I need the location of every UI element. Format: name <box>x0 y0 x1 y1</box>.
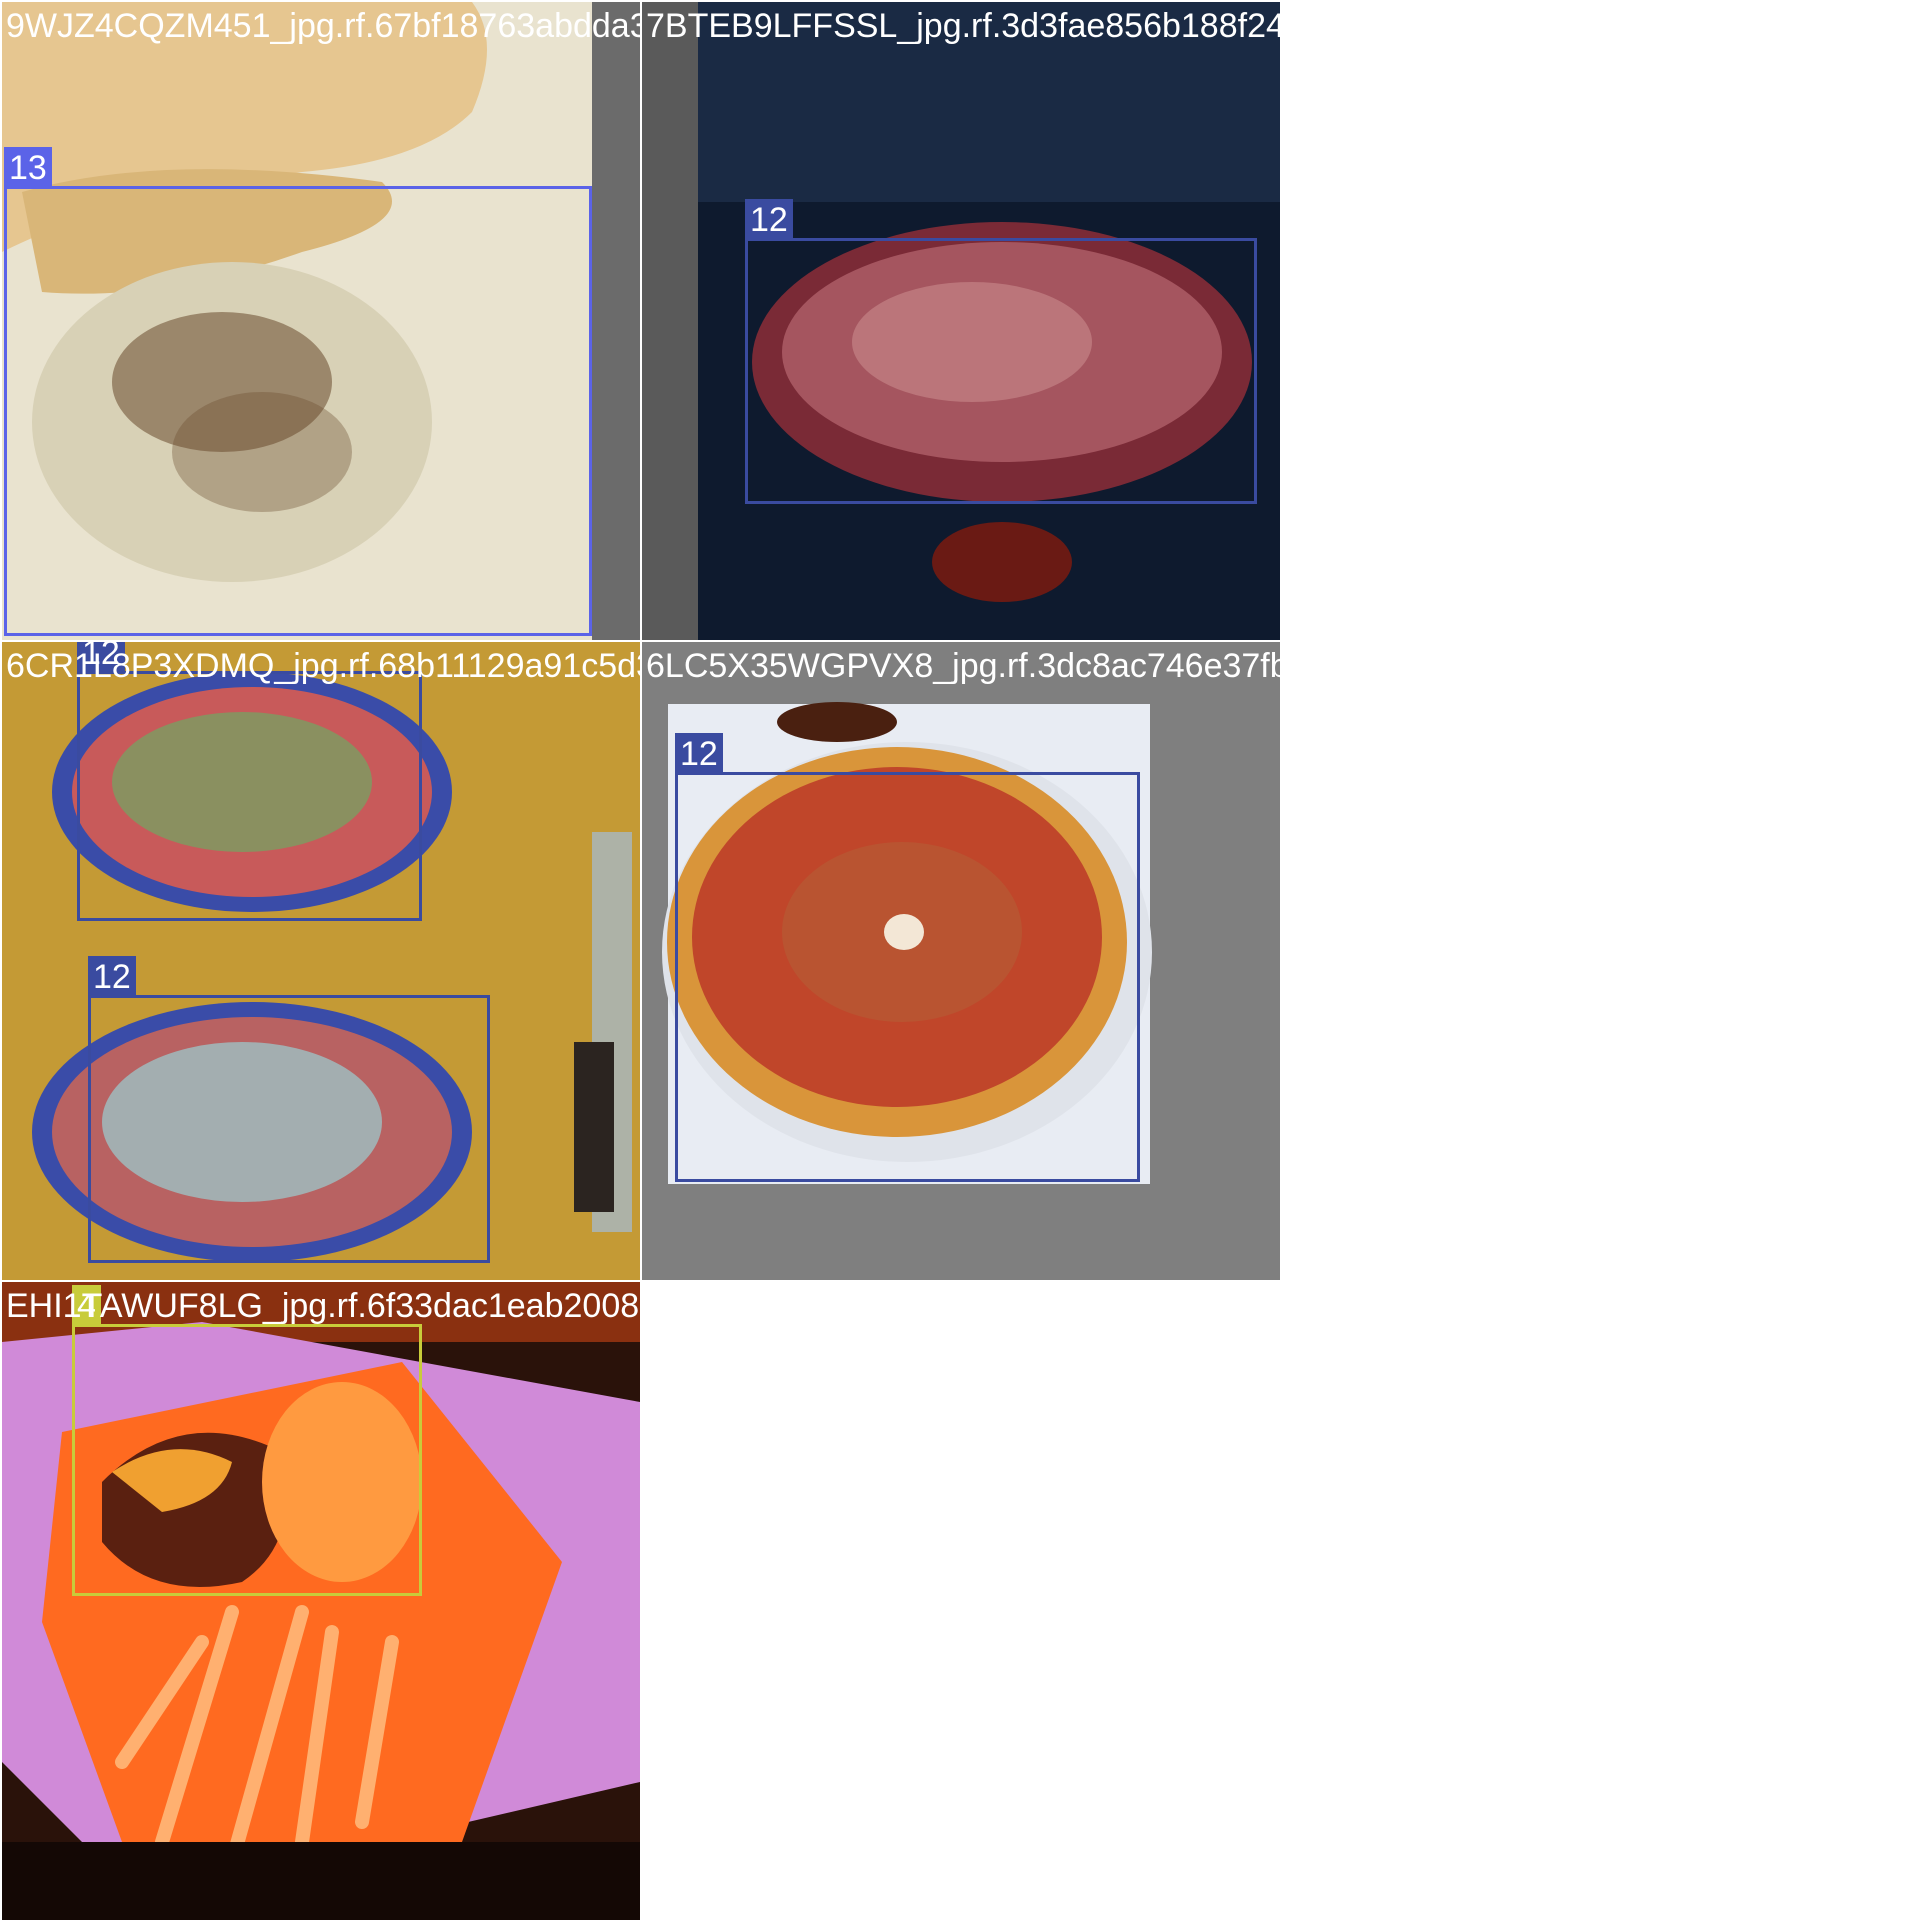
detection-label: 12 <box>675 733 723 775</box>
tile-caption: 7BTEB9LFFSSL_jpg.rf.3d3fae856b188f242ed4 <box>646 7 1280 45</box>
detection-box: 12 <box>745 199 1257 504</box>
detection-box: 4 <box>72 1285 422 1596</box>
image-tile-2: 12 12 6CR1L8P3XDMQ_jpg.rf.68b11129a91c5d… <box>2 642 640 1280</box>
tile-caption: EHI1TAWUF8LG_jpg.rf.6f33dac1eab20088d2bb <box>6 1287 640 1325</box>
detection-label: 13 <box>4 147 52 189</box>
image-tile-3: 12 6LC5X35WGPVX8_jpg.rf.3dc8ac746e37fb7a… <box>642 642 1280 1280</box>
tile-caption: 6CR1L8P3XDMQ_jpg.rf.68b11129a91c5d3370 <box>6 647 640 685</box>
image-tile-4: 4 EHI1TAWUF8LG_jpg.rf.6f33dac1eab20088d2… <box>2 1282 640 1920</box>
detection-box: 12 <box>88 956 490 1263</box>
image-tile-1: 12 7BTEB9LFFSSL_jpg.rf.3d3fae856b188f242… <box>642 2 1280 640</box>
detection-box: 12 <box>77 642 422 921</box>
detection-box: 12 <box>675 733 1140 1182</box>
tile-caption: 9WJZ4CQZM451_jpg.rf.67bf18763abdda3aa8d4 <box>6 7 640 45</box>
image-tile-0: 13 9WJZ4CQZM451_jpg.rf.67bf18763abdda3aa… <box>2 2 640 640</box>
detection-label: 12 <box>88 956 136 998</box>
detection-label: 12 <box>745 199 793 241</box>
tile-caption: 6LC5X35WGPVX8_jpg.rf.3dc8ac746e37fb7aabc… <box>646 647 1280 685</box>
detection-box: 13 <box>4 147 592 636</box>
